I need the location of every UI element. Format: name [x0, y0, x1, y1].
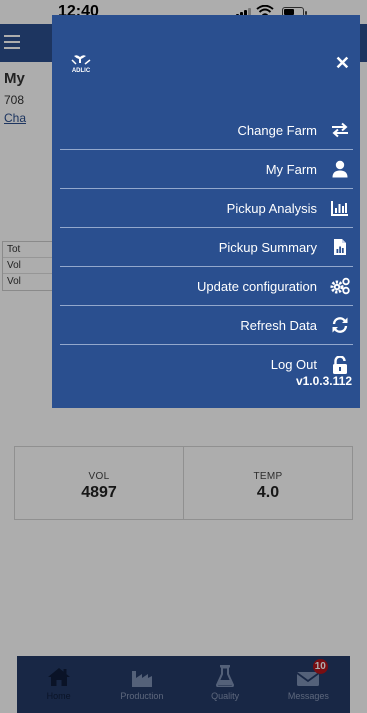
- side-drawer: ADLIC ✕ Change Farm My Farm Pickup Analy…: [52, 15, 360, 408]
- menu-item-label: Change Farm: [237, 122, 317, 138]
- cogs-icon: [329, 275, 351, 297]
- menu-item-label: Refresh Data: [240, 317, 317, 333]
- close-drawer-button[interactable]: ✕: [335, 53, 350, 74]
- menu-item-change-farm[interactable]: Change Farm: [60, 111, 353, 150]
- swap-arrows-icon: [329, 119, 351, 141]
- document-chart-icon: [329, 236, 351, 258]
- menu-item-label: Pickup Summary: [218, 239, 317, 255]
- unlock-icon: [329, 354, 351, 376]
- drawer-menu: Change Farm My Farm Pickup Analysis Pick…: [60, 111, 353, 384]
- bar-chart-icon: [329, 197, 351, 219]
- svg-text:ADLIC: ADLIC: [72, 68, 91, 74]
- menu-item-pickup-summary[interactable]: Pickup Summary: [60, 228, 353, 267]
- menu-item-refresh-data[interactable]: Refresh Data: [60, 306, 353, 345]
- menu-item-update-configuration[interactable]: Update configuration: [60, 267, 353, 306]
- menu-item-label: Pickup Analysis: [226, 200, 317, 216]
- menu-item-label: Log Out: [270, 357, 317, 372]
- user-icon: [329, 158, 351, 180]
- menu-item-label: My Farm: [265, 161, 317, 177]
- menu-item-pickup-analysis[interactable]: Pickup Analysis: [60, 189, 353, 228]
- app-version: v1.0.3.112: [295, 374, 352, 388]
- menu-item-my-farm[interactable]: My Farm: [60, 150, 353, 189]
- company-logo: ADLIC: [71, 55, 91, 74]
- refresh-icon: [329, 314, 351, 336]
- menu-item-label: Update configuration: [197, 278, 317, 294]
